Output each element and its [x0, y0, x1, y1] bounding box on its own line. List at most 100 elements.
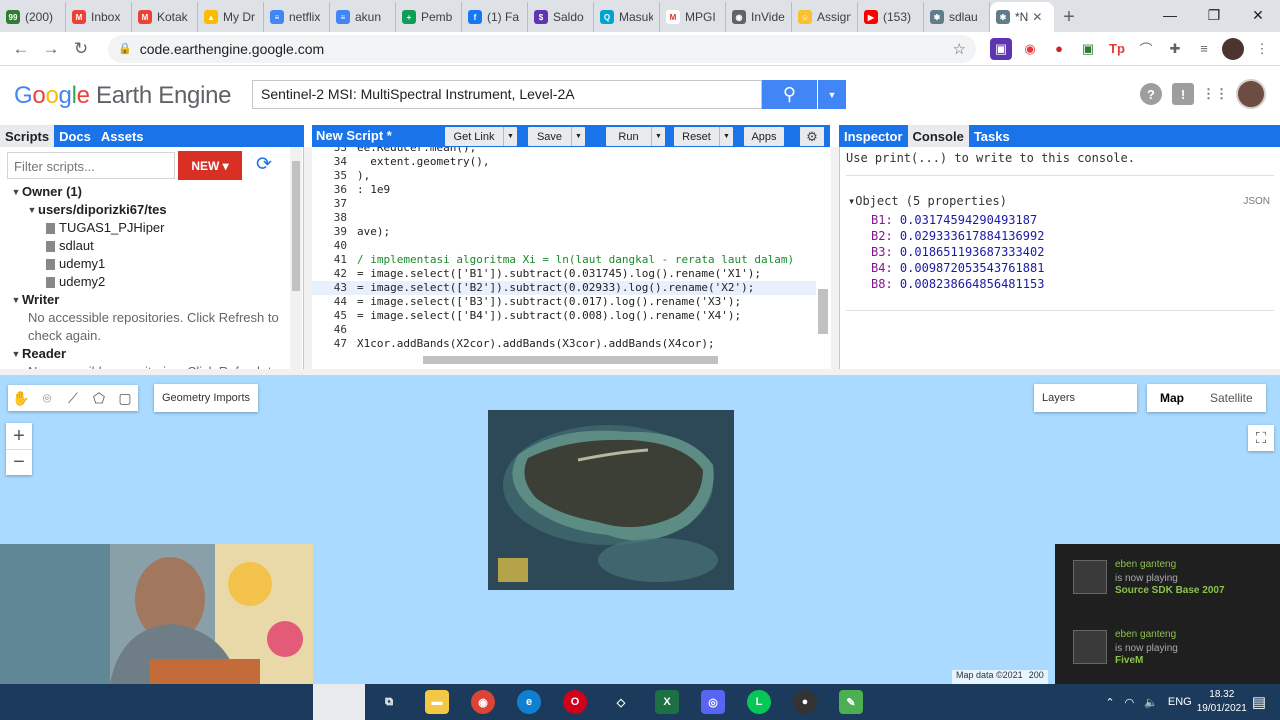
code-line[interactable]: 47 X1cor.addBands(X2cor).addBands(X3cor).…: [312, 337, 818, 351]
file-explorer-icon[interactable]: ▬: [425, 690, 449, 714]
tree-repo[interactable]: ▼ users/diporizki67/tes: [0, 201, 290, 219]
close-tab-icon[interactable]: ✕: [1032, 10, 1042, 24]
code-line[interactable]: 40: [312, 239, 818, 253]
opera-icon[interactable]: O: [563, 690, 587, 714]
forward-icon[interactable]: →: [36, 39, 66, 59]
maximize-button[interactable]: ❐: [1192, 0, 1236, 30]
browser-tab[interactable]: M Inbox: [66, 2, 132, 32]
fullscreen-icon[interactable]: ⛶: [1248, 425, 1274, 451]
extension-arc-icon[interactable]: ⌒: [1135, 38, 1157, 60]
search-button[interactable]: ⚲: [762, 80, 817, 109]
refresh-icon[interactable]: ⟳: [252, 153, 276, 177]
save-button[interactable]: Save ▼: [528, 127, 585, 146]
steam-notification[interactable]: eben ganteng is now playing FiveM: [1055, 614, 1280, 684]
code-line[interactable]: 36: 1e9: [312, 183, 818, 197]
browser-tab[interactable]: $ Saldo: [528, 2, 594, 32]
extension-icon[interactable]: ▣: [990, 37, 1012, 60]
layers-dropdown[interactable]: Layers: [1034, 384, 1137, 412]
back-icon[interactable]: ←: [6, 39, 36, 59]
browser-tab[interactable]: M Kotak: [132, 2, 198, 32]
code-line[interactable]: 37: [312, 197, 818, 211]
discord-icon[interactable]: ◎: [701, 690, 725, 714]
apps-grid-icon[interactable]: ⋮⋮: [1202, 83, 1228, 105]
notifications-icon[interactable]: ▤: [1252, 693, 1266, 711]
tree-owner[interactable]: ▼ Owner (1): [0, 183, 290, 201]
google-earth-engine-logo[interactable]: Google Earth Engine: [14, 82, 232, 110]
taskbar-search-box[interactable]: [313, 684, 365, 720]
code-line[interactable]: 46: [312, 323, 818, 337]
right-splitter[interactable]: [831, 147, 839, 369]
line-icon[interactable]: ⟋: [60, 385, 86, 411]
browser-tab[interactable]: f (1) Fa: [462, 2, 528, 32]
code-line[interactable]: 35),: [312, 169, 818, 183]
extension-k-icon[interactable]: ●: [1048, 38, 1070, 60]
extension-green-icon[interactable]: ▣: [1077, 38, 1099, 60]
editor-horizontal-scrollbar[interactable]: [357, 354, 812, 364]
tab-docs[interactable]: Docs: [54, 125, 96, 147]
code-line[interactable]: 38: [312, 211, 818, 225]
code-line[interactable]: 34 extent.geometry(),: [312, 155, 818, 169]
editor-vertical-scrollbar[interactable]: [816, 147, 828, 352]
filter-scripts-input[interactable]: Filter scripts...: [7, 152, 175, 179]
browser-tab[interactable]: ☺ Assign: [792, 2, 858, 32]
steam-notification[interactable]: eben ganteng is now playing Source SDK B…: [1055, 544, 1280, 614]
chrome-menu-icon[interactable]: ⋮: [1251, 38, 1273, 60]
extension-tp-icon[interactable]: Tp: [1106, 38, 1128, 60]
tree-file[interactable]: udemy1: [0, 255, 290, 273]
search-input[interactable]: Sentinel-2 MSI: MultiSpectral Instrument…: [252, 80, 762, 109]
code-line[interactable]: 39 ave);: [312, 225, 818, 239]
reset-button[interactable]: Reset ▼: [674, 127, 733, 146]
apps-button[interactable]: Apps: [744, 127, 784, 146]
code-editor[interactable]: 33 ee.Reducer.mean(), 34 extent.geometry()…: [312, 147, 830, 369]
tree-writer[interactable]: ▼ Writer: [0, 291, 290, 309]
excel-icon[interactable]: X: [655, 690, 679, 714]
map-type-map-button[interactable]: Map: [1147, 384, 1197, 412]
rectangle-icon[interactable]: ▢: [112, 385, 138, 411]
browser-tab[interactable]: ◉ InVide: [726, 2, 792, 32]
volume-icon[interactable]: 🔈: [1144, 696, 1158, 709]
browser-tab[interactable]: + Pemb: [396, 2, 462, 32]
chrome-taskbar-icon[interactable]: ◉: [471, 690, 495, 714]
tab-scripts[interactable]: Scripts: [0, 125, 55, 147]
code-line[interactable]: 33 ee.Reducer.mean(),: [312, 147, 818, 155]
task-view-icon[interactable]: ⧉: [377, 690, 401, 714]
settings-gear-icon[interactable]: ⚙: [800, 127, 824, 146]
tree-file[interactable]: TUGAS1_PJHiper: [0, 219, 290, 237]
pan-hand-icon[interactable]: ✋: [8, 385, 34, 411]
edge-icon[interactable]: e: [517, 690, 541, 714]
new-button[interactable]: NEW ▾: [178, 151, 242, 180]
extensions-puzzle-icon[interactable]: ✚: [1164, 38, 1186, 60]
browser-tab[interactable]: ▶ (153): [858, 2, 924, 32]
browser-tab[interactable]: Q Masuk: [594, 2, 660, 32]
search-dropdown-button[interactable]: ▼: [818, 80, 846, 109]
browser-tab[interactable]: 99 (200): [0, 2, 66, 32]
code-line[interactable]: 43 = image.select(['B2']).subtract(0.0293…: [312, 281, 818, 295]
geometry-imports-button[interactable]: Geometry Imports: [154, 384, 259, 412]
user-avatar[interactable]: [1236, 79, 1266, 109]
notepad-icon[interactable]: ✎: [839, 690, 863, 714]
bookmark-star-icon[interactable]: ☆: [953, 40, 966, 58]
code-area[interactable]: 33 ee.Reducer.mean(), 34 extent.geometry()…: [312, 147, 818, 352]
code-line[interactable]: 45 = image.select(['B4']).subtract(0.008)…: [312, 309, 818, 323]
browser-tab[interactable]: ✱ sdlau: [924, 2, 990, 32]
profile-avatar[interactable]: [1222, 37, 1244, 60]
tab-console[interactable]: Console: [907, 125, 969, 147]
feedback-icon[interactable]: !: [1172, 83, 1194, 105]
browser-tab[interactable]: ≡ netflix: [264, 2, 330, 32]
new-tab-button[interactable]: +: [1054, 2, 1084, 32]
scripts-scrollbar[interactable]: [290, 147, 302, 369]
clock[interactable]: 18.32 19/01/2021: [1197, 688, 1247, 716]
browser-tab[interactable]: M MPGI: [660, 2, 726, 32]
reload-icon[interactable]: ↻: [66, 39, 96, 59]
get-link-button[interactable]: Get Link ▼: [445, 127, 517, 146]
tab-assets[interactable]: Assets: [96, 125, 149, 147]
browser-tab[interactable]: ≡ akun: [330, 2, 396, 32]
minimize-button[interactable]: —: [1148, 0, 1192, 30]
left-splitter[interactable]: [304, 147, 312, 369]
help-icon[interactable]: ?: [1140, 83, 1162, 105]
active-browser-tab[interactable]: ✱ *N ✕: [990, 2, 1054, 32]
tree-file[interactable]: udemy2: [0, 273, 290, 291]
app-icon[interactable]: ◇: [609, 690, 633, 714]
tab-tasks[interactable]: Tasks: [969, 125, 1015, 147]
json-link[interactable]: JSON: [1243, 196, 1270, 207]
